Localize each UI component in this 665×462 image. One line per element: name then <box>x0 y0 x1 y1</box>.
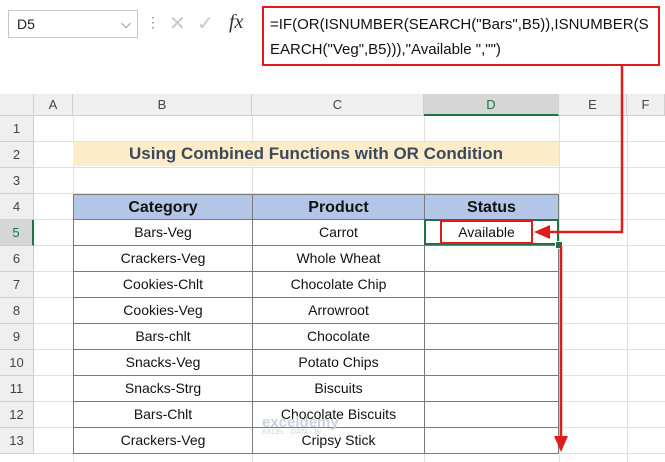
column-header-b[interactable]: B <box>73 94 252 116</box>
row-header-1[interactable]: 1 <box>0 116 34 142</box>
row-header-2[interactable]: 2 <box>0 142 34 168</box>
more-options-icon[interactable]: ⋮ <box>146 14 160 31</box>
cancel-icon[interactable]: ✕ <box>169 11 186 36</box>
cell-category[interactable]: Snacks-Strg <box>73 375 253 402</box>
cell-product[interactable]: Carrot <box>252 219 425 246</box>
column-header-e[interactable]: E <box>559 94 627 116</box>
cell-status[interactable] <box>424 349 559 376</box>
cell-category[interactable]: Crackers-Veg <box>73 427 253 454</box>
cell-product[interactable]: Whole Wheat <box>252 245 425 272</box>
formula-buttons: ✕ ✓ fx <box>163 8 256 40</box>
select-all-corner[interactable] <box>0 94 34 116</box>
column-header-d[interactable]: D <box>424 94 559 116</box>
row-header-11[interactable]: 11 <box>0 376 34 402</box>
cell-category[interactable]: Snacks-Veg <box>73 349 253 376</box>
cell-category[interactable]: Crackers-Veg <box>73 245 253 272</box>
fill-handle[interactable] <box>555 241 563 249</box>
header-product[interactable]: Product <box>252 194 425 220</box>
cell-product[interactable]: Chocolate Chip <box>252 271 425 298</box>
row-header-13[interactable]: 13 <box>0 428 34 454</box>
row-header-8[interactable]: 8 <box>0 298 34 324</box>
cell-status[interactable] <box>424 323 559 350</box>
cell-status[interactable] <box>424 297 559 324</box>
row-header-10[interactable]: 10 <box>0 350 34 376</box>
column-header-a[interactable]: A <box>34 94 73 116</box>
chevron-down-icon[interactable]: ⌵ <box>121 16 131 32</box>
header-status[interactable]: Status <box>424 194 559 220</box>
cell-product[interactable]: Potato Chips <box>252 349 425 376</box>
cell-product[interactable]: Chocolate <box>252 323 425 350</box>
column-header-c[interactable]: C <box>252 94 424 116</box>
cell-status[interactable] <box>424 375 559 402</box>
sheet-title[interactable]: Using Combined Functions with OR Conditi… <box>73 142 559 166</box>
cell-category[interactable]: Bars-Chlt <box>73 401 253 428</box>
cell-status[interactable] <box>424 271 559 298</box>
formula-bar: D5 ⌵ ⋮ ✕ ✓ fx =IF(OR(ISNUMBER(SEARCH("Ba… <box>0 0 665 90</box>
row-header-6[interactable]: 6 <box>0 246 34 272</box>
cell-category[interactable]: Cookies-Veg <box>73 297 253 324</box>
watermark: exceldemy EXCEL · DATA · BI <box>262 414 339 436</box>
check-icon[interactable]: ✓ <box>197 11 214 36</box>
cell-category[interactable]: Cookies-Chlt <box>73 271 253 298</box>
cell-status[interactable] <box>424 427 559 454</box>
row-header-4[interactable]: 4 <box>0 194 34 220</box>
cell-status[interactable] <box>424 401 559 428</box>
row-header-3[interactable]: 3 <box>0 168 34 194</box>
header-category[interactable]: Category <box>73 194 253 220</box>
name-box-value: D5 <box>17 16 35 32</box>
cell-status[interactable] <box>424 245 559 272</box>
row-header-9[interactable]: 9 <box>0 324 34 350</box>
column-header-f[interactable]: F <box>627 94 665 116</box>
row-header-5[interactable]: 5 <box>0 220 34 246</box>
name-box[interactable]: D5 ⌵ <box>8 10 138 38</box>
cell-product[interactable]: Arrowroot <box>252 297 425 324</box>
status-result-highlight[interactable]: Available <box>440 220 533 244</box>
cell-category[interactable]: Bars-chlt <box>73 323 253 350</box>
row-header-7[interactable]: 7 <box>0 272 34 298</box>
formula-input[interactable]: =IF(OR(ISNUMBER(SEARCH("Bars",B5)),ISNUM… <box>262 6 660 66</box>
cell-category[interactable]: Bars-Veg <box>73 219 253 246</box>
insert-function-icon[interactable]: fx <box>229 11 243 34</box>
row-header-12[interactable]: 12 <box>0 402 34 428</box>
cell-product[interactable]: Biscuits <box>252 375 425 402</box>
